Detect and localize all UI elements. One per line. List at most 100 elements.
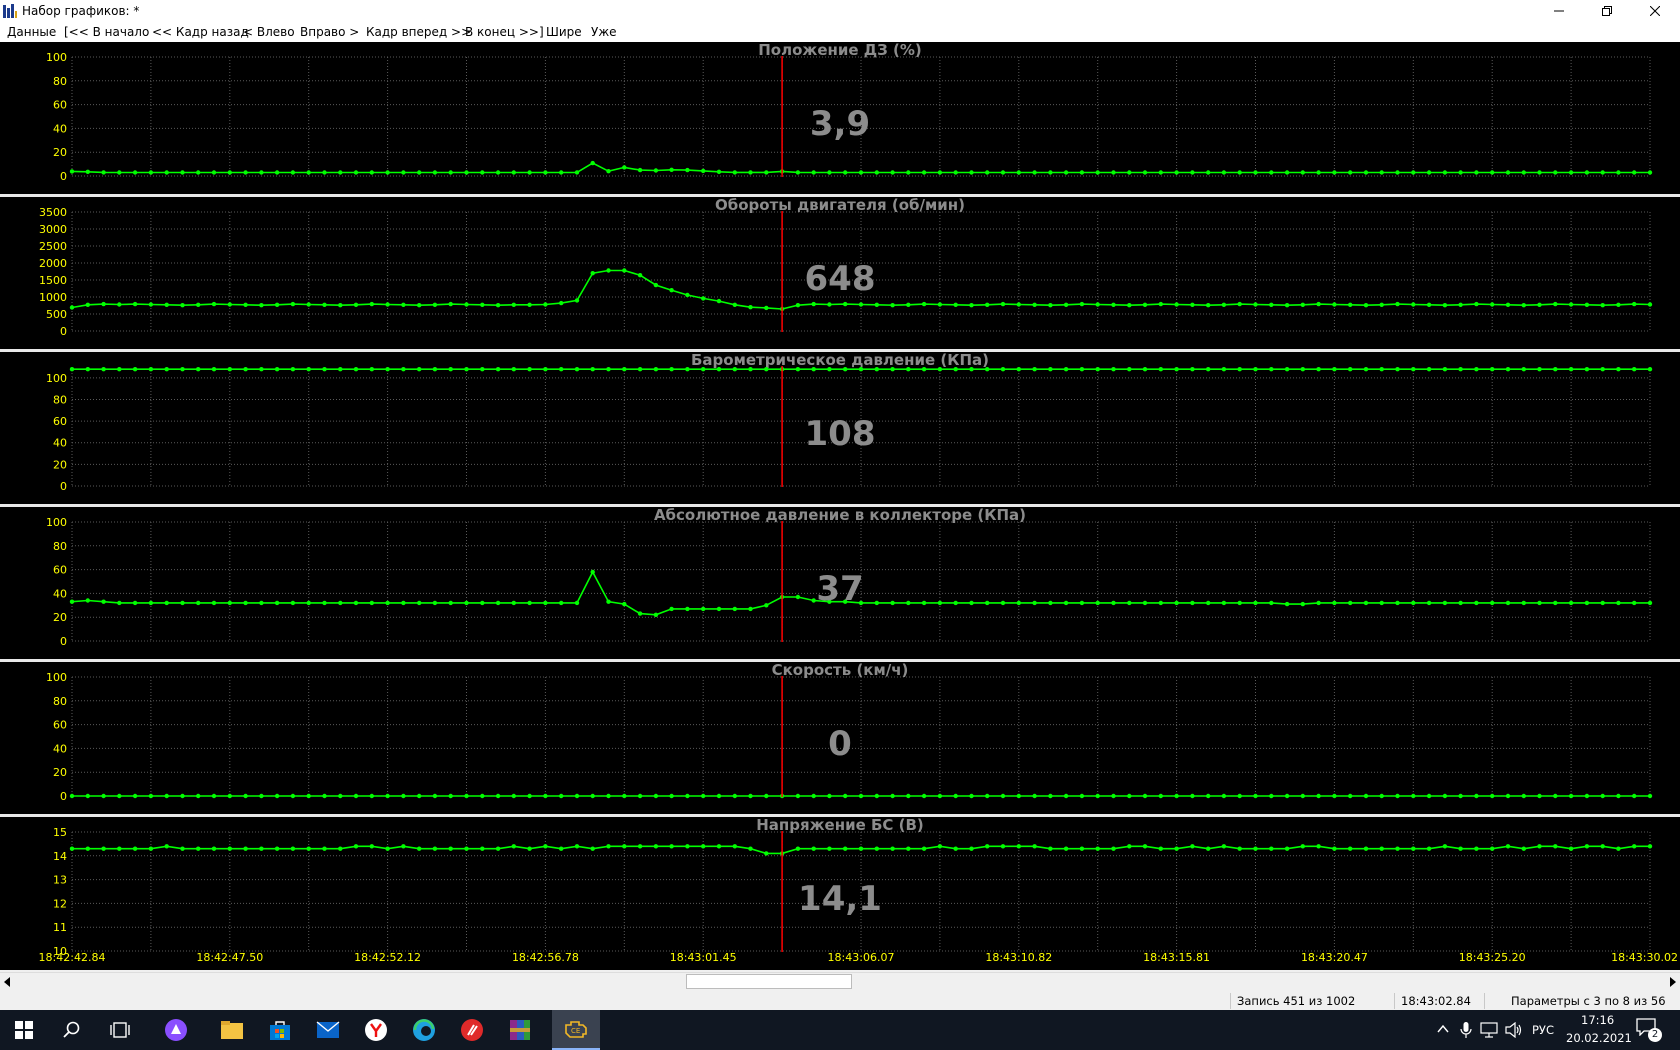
data-point bbox=[1111, 170, 1116, 175]
data-point bbox=[843, 367, 848, 372]
edge-button[interactable] bbox=[400, 1010, 448, 1050]
data-point bbox=[417, 600, 422, 606]
data-point bbox=[606, 793, 611, 799]
clock-time[interactable]: 17:16 bbox=[1581, 1013, 1614, 1027]
scroll-left-icon[interactable] bbox=[3, 977, 11, 987]
y-tick-label: 1000 bbox=[39, 291, 67, 304]
data-point bbox=[338, 170, 343, 175]
close-button[interactable] bbox=[1632, 0, 1678, 22]
menu-wider[interactable]: Шире bbox=[546, 25, 582, 39]
data-point bbox=[732, 170, 737, 175]
data-point bbox=[1568, 600, 1574, 606]
data-point bbox=[322, 367, 327, 372]
start-button[interactable] bbox=[0, 1010, 48, 1050]
data-point bbox=[432, 170, 438, 175]
data-point bbox=[1458, 793, 1463, 799]
file-explorer-button[interactable] bbox=[208, 1010, 256, 1050]
scroll-thumb[interactable] bbox=[686, 974, 852, 989]
data-point bbox=[1553, 367, 1558, 372]
scroll-right-icon[interactable] bbox=[1669, 977, 1677, 987]
data-point bbox=[559, 600, 564, 606]
microphone-icon[interactable] bbox=[1460, 1021, 1472, 1039]
data-point bbox=[385, 367, 390, 372]
data-point bbox=[795, 793, 801, 799]
charts-canvas[interactable]: 020406080100 Положение ДЗ (%)3,9050010001… bbox=[0, 42, 1680, 970]
data-point bbox=[921, 846, 927, 851]
alice-button[interactable] bbox=[152, 1010, 200, 1050]
data-point bbox=[1616, 846, 1621, 851]
data-point bbox=[1111, 367, 1116, 372]
menu-bar: Данные [<< В начало << Кадр назад < Влев… bbox=[0, 22, 1680, 42]
minimize-button[interactable] bbox=[1536, 0, 1582, 22]
data-point bbox=[701, 606, 706, 612]
data-point bbox=[1553, 844, 1558, 849]
data-point bbox=[1537, 302, 1542, 307]
data-point bbox=[858, 846, 864, 851]
data-point bbox=[527, 793, 532, 799]
search-button[interactable] bbox=[48, 1010, 96, 1050]
task-view-button[interactable] bbox=[96, 1010, 144, 1050]
data-point bbox=[101, 599, 106, 604]
menu-go-start[interactable]: [<< В начало bbox=[64, 25, 149, 39]
data-point bbox=[290, 600, 296, 606]
data-point bbox=[1632, 793, 1637, 799]
data-point bbox=[1632, 367, 1637, 372]
network-icon[interactable] bbox=[1480, 1022, 1498, 1038]
menu-frame-back[interactable]: << Кадр назад bbox=[152, 25, 249, 39]
winrar-button[interactable] bbox=[496, 1010, 544, 1050]
data-point bbox=[622, 268, 627, 273]
data-point bbox=[274, 846, 280, 851]
data-point bbox=[164, 844, 169, 849]
restore-button[interactable] bbox=[1584, 0, 1630, 22]
data-point bbox=[1158, 367, 1164, 372]
menu-frame-forward[interactable]: Кадр вперед >> bbox=[366, 25, 471, 39]
horizontal-scrollbar[interactable] bbox=[0, 972, 1680, 990]
y-tick-label: 2000 bbox=[39, 257, 67, 270]
data-point bbox=[1300, 844, 1306, 849]
menu-go-end[interactable]: В конец >>] bbox=[465, 25, 544, 39]
obd-app-button[interactable]: CE bbox=[552, 1010, 600, 1050]
tray-expand-icon[interactable] bbox=[1437, 1024, 1449, 1034]
data-point bbox=[1521, 367, 1527, 372]
notifications-button[interactable]: 2 bbox=[1636, 1018, 1662, 1042]
data-point bbox=[701, 168, 706, 174]
data-point bbox=[290, 793, 296, 799]
data-point bbox=[685, 793, 690, 799]
data-point bbox=[401, 793, 406, 799]
x-tick-label: 18:42:47.50 bbox=[196, 951, 263, 964]
language-indicator[interactable]: РУС bbox=[1532, 1023, 1554, 1037]
data-point bbox=[1316, 600, 1321, 606]
data-point bbox=[1253, 170, 1258, 175]
menu-narrower[interactable]: Уже bbox=[591, 25, 617, 39]
store-button[interactable] bbox=[256, 1010, 304, 1050]
menu-left[interactable]: < Влево bbox=[243, 25, 295, 39]
opera-icon bbox=[461, 1019, 483, 1041]
data-point bbox=[1063, 170, 1069, 175]
data-point bbox=[274, 302, 280, 307]
yandex-browser-button[interactable] bbox=[352, 1010, 400, 1050]
data-point bbox=[1095, 793, 1100, 799]
data-point bbox=[464, 600, 469, 606]
clock-date[interactable]: 20.02.2021 bbox=[1566, 1031, 1632, 1045]
menu-right[interactable]: Вправо > bbox=[300, 25, 359, 39]
data-point bbox=[1553, 600, 1558, 606]
data-point bbox=[480, 170, 485, 175]
data-point bbox=[69, 367, 75, 372]
opera-button[interactable] bbox=[448, 1010, 496, 1050]
mail-button[interactable] bbox=[304, 1010, 352, 1050]
volume-icon[interactable] bbox=[1505, 1022, 1523, 1038]
data-point bbox=[1474, 846, 1479, 851]
data-point bbox=[953, 600, 958, 606]
data-point bbox=[369, 844, 374, 849]
menu-data[interactable]: Данные bbox=[7, 25, 56, 39]
data-point bbox=[180, 367, 185, 372]
data-point bbox=[874, 170, 879, 175]
data-point bbox=[495, 793, 501, 799]
data-point bbox=[858, 793, 864, 799]
data-point bbox=[464, 846, 469, 851]
data-point bbox=[1284, 846, 1290, 851]
chart-panel: 0 500 1000 1500 2000 2500 3000 3500 Обороты двиг… bbox=[0, 194, 1680, 338]
y-tick-label: 40 bbox=[53, 742, 67, 755]
data-point bbox=[890, 367, 895, 372]
data-point bbox=[1600, 600, 1605, 606]
